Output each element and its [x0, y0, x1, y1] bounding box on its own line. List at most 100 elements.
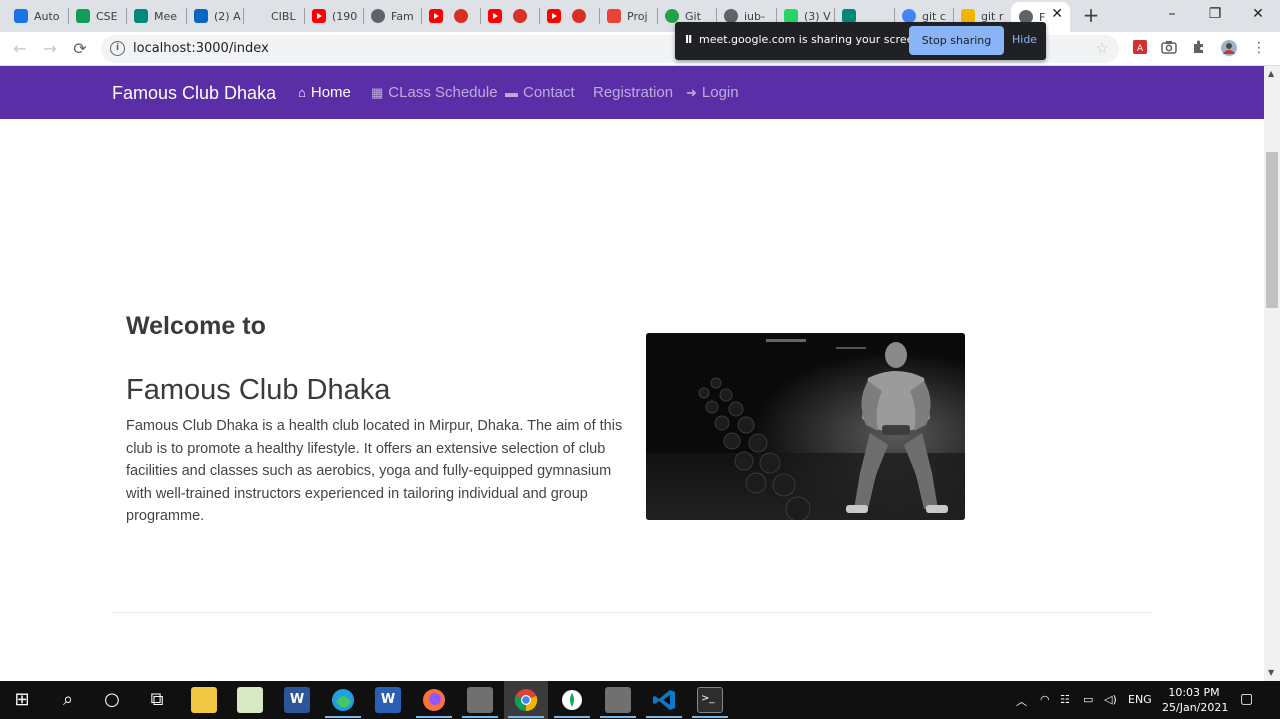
chrome-icon[interactable]: [513, 687, 539, 713]
doc-icon: [14, 9, 28, 23]
recording-icon: [572, 9, 586, 23]
browser-tab[interactable]: Fam: [363, 4, 421, 28]
browser-tab-title: Git: [685, 9, 701, 23]
browser-tab[interactable]: Mee: [126, 4, 182, 28]
extensions-puzzle-icon[interactable]: [1190, 39, 1208, 57]
browser-tab[interactable]: [421, 4, 479, 28]
nav-contact[interactable]: ▬ Contact: [505, 84, 575, 101]
browser-tab[interactable]: CIBL: [243, 4, 301, 28]
file-explorer-icon[interactable]: [191, 687, 217, 713]
pdf-extension-icon[interactable]: A: [1131, 39, 1149, 57]
windows-taskbar: ⊞ ⌕ ○ ⧉ W W >_ ︿ ◠ ☷ ▭ ◁) ENG 10:03 PM 25/Jan/…: [0, 681, 1280, 719]
site-navbar: Famous Club Dhaka ⌂ Home ▦ CLass Schedule …: [0, 66, 1264, 119]
reload-button[interactable]: ⟳: [68, 37, 92, 61]
stop-sharing-button[interactable]: Stop sharing: [909, 26, 1004, 55]
browser-tab[interactable]: Proj: [599, 4, 655, 28]
browser-tab[interactable]: [539, 4, 597, 28]
git-icon: [961, 9, 975, 23]
nav-class-schedule[interactable]: ▦ CLass Schedule: [371, 84, 498, 101]
nav-contact-label: Contact: [523, 84, 575, 101]
nav-registration-label: Registration: [593, 84, 674, 101]
nav-home[interactable]: ⌂ Home: [298, 84, 351, 101]
running-app-indicator: [646, 716, 682, 718]
browser-tab[interactable]: CSE: [68, 4, 126, 28]
nav-login[interactable]: ➜ Login: [686, 84, 739, 101]
site-brand[interactable]: Famous Club Dhaka: [112, 83, 276, 104]
notepad-icon[interactable]: [237, 687, 263, 713]
chrome-menu-icon[interactable]: ⋮: [1250, 39, 1268, 57]
bookmark-star-icon[interactable]: ☆: [1096, 39, 1109, 57]
running-app-indicator: [508, 716, 544, 718]
browser-tab-title: git c: [922, 9, 946, 23]
browser-tab[interactable]: Auto: [6, 4, 68, 28]
page-scrollbar[interactable]: ▲ ▼: [1264, 66, 1280, 681]
volume-icon[interactable]: ◁): [1104, 693, 1117, 706]
forward-button[interactable]: →: [38, 37, 62, 61]
scroll-down-arrow-icon[interactable]: ▼: [1268, 668, 1274, 677]
restore-button[interactable]: ❐: [1192, 0, 1238, 28]
start-icon[interactable]: ⊞: [9, 687, 35, 713]
browser-tab-title: iub-: [744, 9, 765, 23]
github-icon: [665, 9, 679, 23]
browser-tab[interactable]: (2) A: [186, 4, 242, 28]
task-view-icon[interactable]: ⧉: [144, 687, 170, 713]
gmail-icon: [607, 9, 621, 23]
browser-tab[interactable]: [480, 4, 538, 28]
recording-icon: [454, 9, 468, 23]
language-indicator[interactable]: ENG: [1128, 693, 1152, 706]
pause-icon: II: [685, 33, 692, 46]
vscode-icon[interactable]: [651, 687, 677, 713]
camera-extension-icon[interactable]: [1160, 39, 1178, 57]
clock-date: 25/Jan/2021: [1162, 701, 1229, 714]
browser-tab[interactable]: (190: [304, 4, 360, 28]
app-icon[interactable]: [467, 687, 493, 713]
network-icon[interactable]: ☷: [1060, 693, 1070, 706]
nav-login-label: Login: [701, 84, 739, 101]
browser-tab-title: (2) A: [214, 9, 241, 23]
notifications-icon[interactable]: ▢: [1240, 691, 1253, 707]
calendar-icon: ▦: [371, 85, 384, 100]
id-card-icon: ▬: [505, 85, 518, 100]
terminal-icon[interactable]: >_: [697, 687, 723, 713]
close-tab-icon[interactable]: ✕: [1051, 6, 1063, 22]
close-window-button[interactable]: ✕: [1235, 0, 1280, 28]
running-app-indicator: [462, 716, 498, 718]
scroll-up-arrow-icon[interactable]: ▲: [1268, 69, 1274, 78]
battery-icon[interactable]: ▭: [1083, 693, 1093, 706]
browser-tab-title: Proj: [627, 9, 648, 23]
browser-tab-title: CIBL: [271, 9, 296, 23]
mongodb-icon[interactable]: [559, 687, 585, 713]
word-icon[interactable]: W: [284, 687, 310, 713]
running-app-indicator: [325, 716, 361, 718]
browser-tab-title: Auto: [34, 9, 60, 23]
hide-share-banner-button[interactable]: Hide: [1012, 33, 1037, 46]
app-icon[interactable]: [605, 687, 631, 713]
search-icon[interactable]: ⌕: [55, 687, 81, 713]
nav-registration[interactable]: Registration: [593, 84, 673, 101]
youtube-icon: [547, 9, 561, 23]
running-app-indicator: [600, 716, 636, 718]
site-info-icon[interactable]: i: [110, 41, 125, 56]
new-tab-button[interactable]: +: [1079, 5, 1103, 26]
edge-icon[interactable]: [330, 687, 356, 713]
browser-tab-strip: Auto CSE Mee (2) A CIBL (190 Fam Proj Git iub- (3)…: [0, 0, 1280, 32]
browser-tab-title: Fam: [391, 9, 414, 23]
sign-in-icon: ➜: [686, 85, 697, 100]
system-clock[interactable]: 10:03 PM 25/Jan/2021: [1162, 685, 1229, 715]
firefox-icon[interactable]: [421, 687, 447, 713]
url-text[interactable]: localhost:3000/index: [133, 41, 269, 56]
hero-title: Famous Club Dhaka: [126, 374, 391, 406]
cortana-icon[interactable]: ○: [99, 687, 125, 713]
show-hidden-icons-icon[interactable]: ︿: [1016, 693, 1027, 709]
back-button[interactable]: ←: [8, 37, 32, 61]
wifi-icon[interactable]: ◠: [1040, 693, 1050, 706]
linkedin-icon: [194, 9, 208, 23]
scrollbar-thumb[interactable]: [1266, 152, 1278, 308]
screen-share-banner: II meet.google.com is sharing your scree…: [675, 22, 1046, 60]
section-divider: [112, 612, 1152, 613]
profile-avatar[interactable]: [1220, 39, 1238, 57]
browser-tab-title: (190: [332, 9, 358, 23]
wordpad-icon[interactable]: W: [375, 687, 401, 713]
minimize-button[interactable]: –: [1149, 0, 1195, 28]
whatsapp-icon: [784, 9, 798, 23]
